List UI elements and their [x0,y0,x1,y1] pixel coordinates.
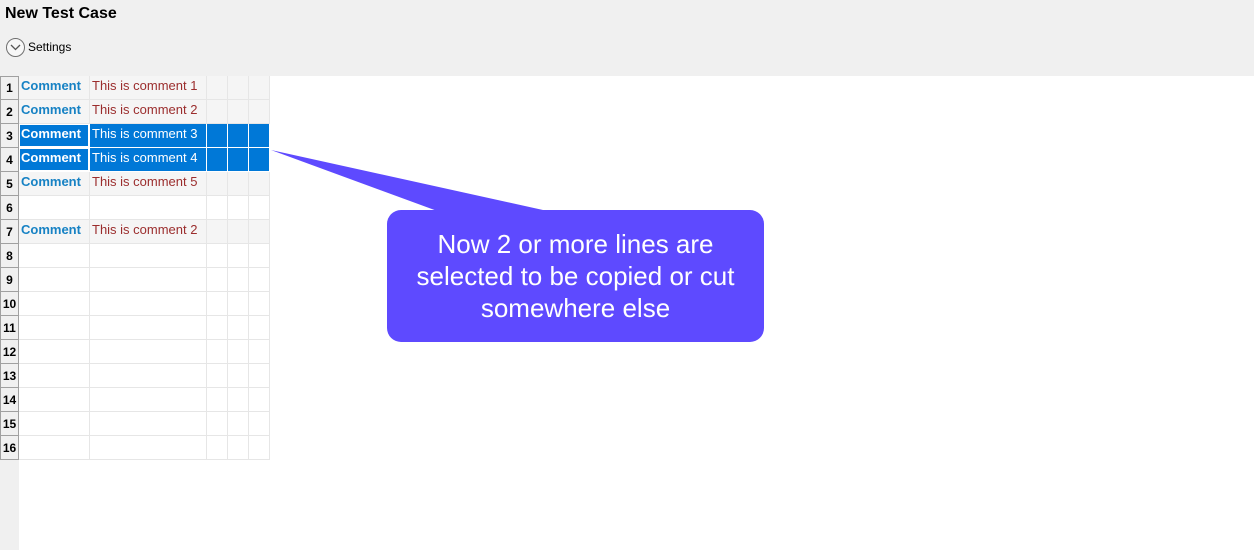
empty-cell[interactable] [249,316,270,340]
argument-cell[interactable] [90,292,207,316]
row-number[interactable]: 16 [0,436,19,460]
argument-cell[interactable] [90,340,207,364]
callout-annotation: Now 2 or more lines are selected to be c… [387,210,764,342]
table-row[interactable] [19,412,270,436]
empty-cell[interactable] [228,340,249,364]
empty-cell[interactable] [228,268,249,292]
empty-cell[interactable] [249,340,270,364]
argument-cell[interactable] [90,268,207,292]
row-number[interactable]: 10 [0,292,19,316]
empty-cell[interactable] [207,292,228,316]
table-row[interactable] [19,364,270,388]
empty-cell[interactable] [249,292,270,316]
empty-cell[interactable] [228,436,249,460]
table-row[interactable] [19,268,270,292]
keyword-cell[interactable] [19,268,90,292]
argument-cell[interactable] [90,316,207,340]
keyword-cell[interactable] [19,364,90,388]
empty-cell[interactable] [228,412,249,436]
table-row[interactable] [19,340,270,364]
table-row[interactable] [19,388,270,412]
row-number[interactable]: 15 [0,412,19,436]
table-row[interactable] [19,436,270,460]
row-number[interactable]: 13 [0,364,19,388]
keyword-cell[interactable] [19,292,90,316]
callout-text: Now 2 or more lines are selected to be c… [416,229,735,323]
empty-cell[interactable] [228,388,249,412]
empty-cell[interactable] [207,364,228,388]
keyword-cell[interactable] [19,436,90,460]
keyword-cell[interactable] [19,412,90,436]
empty-cell[interactable] [249,436,270,460]
empty-cell[interactable] [249,412,270,436]
empty-cell[interactable] [249,388,270,412]
argument-cell[interactable] [90,364,207,388]
empty-cell[interactable] [207,340,228,364]
empty-cell[interactable] [207,268,228,292]
empty-cell[interactable] [228,292,249,316]
empty-cell[interactable] [228,364,249,388]
empty-cell[interactable] [249,268,270,292]
table-row[interactable] [19,316,270,340]
keyword-cell[interactable] [19,340,90,364]
argument-cell[interactable] [90,388,207,412]
empty-cell[interactable] [207,436,228,460]
row-number[interactable]: 12 [0,340,19,364]
empty-cell[interactable] [207,388,228,412]
keyword-cell[interactable] [19,388,90,412]
empty-cell[interactable] [249,364,270,388]
argument-cell[interactable] [90,436,207,460]
row-number[interactable]: 9 [0,268,19,292]
keyword-cell[interactable] [19,316,90,340]
argument-cell[interactable] [90,412,207,436]
row-number[interactable]: 11 [0,316,19,340]
table-row[interactable] [19,292,270,316]
row-number[interactable]: 14 [0,388,19,412]
empty-cell[interactable] [207,316,228,340]
empty-cell[interactable] [207,412,228,436]
empty-cell[interactable] [228,316,249,340]
